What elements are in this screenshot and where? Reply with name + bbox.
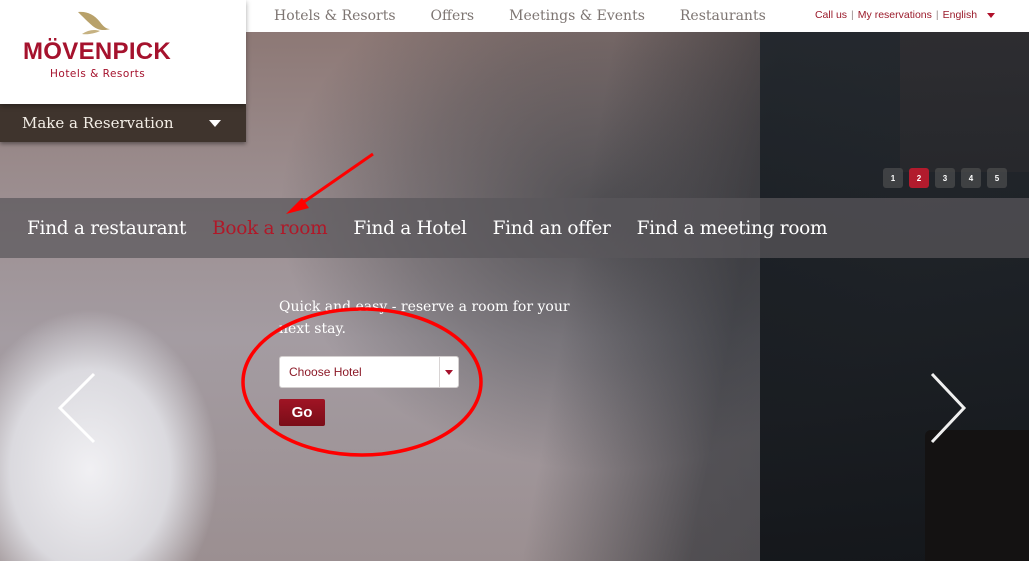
slider-page-1[interactable]: 1: [883, 168, 903, 188]
choose-hotel-value: Choose Hotel: [289, 365, 362, 379]
slider-page-4[interactable]: 4: [961, 168, 981, 188]
nav-restaurants[interactable]: Restaurants: [680, 8, 766, 24]
caret-down-icon: [987, 13, 995, 18]
hero-dark-panel: [925, 430, 1029, 561]
search-tabs: Find a restaurant Book a room Find a Hot…: [0, 198, 1029, 258]
slider-page-3[interactable]: 3: [935, 168, 955, 188]
select-divider: [439, 357, 440, 387]
make-reservation-label: Make a Reservation: [22, 114, 174, 132]
language-label: English: [942, 9, 978, 21]
slider-page-2[interactable]: 2: [909, 168, 929, 188]
slider-page-5[interactable]: 5: [987, 168, 1007, 188]
brand-name: MÖVENPICK: [23, 38, 172, 65]
nav-meetings-events[interactable]: Meetings & Events: [509, 8, 645, 24]
nav-hotels-resorts[interactable]: Hotels & Resorts: [274, 8, 396, 24]
tab-find-meeting-room[interactable]: Find a meeting room: [637, 218, 828, 239]
separator: |: [851, 9, 854, 21]
caret-down-icon: [445, 370, 453, 375]
go-button[interactable]: Go: [279, 399, 325, 426]
my-reservations-link[interactable]: My reservations: [858, 9, 932, 21]
call-us-link[interactable]: Call us: [815, 9, 847, 21]
choose-hotel-select[interactable]: Choose Hotel: [279, 356, 459, 388]
make-reservation-dropdown[interactable]: Make a Reservation: [0, 104, 246, 142]
tab-find-offer[interactable]: Find an offer: [493, 218, 611, 239]
brand-tagline: Hotels & Resorts: [50, 68, 146, 80]
logo[interactable]: MÖVENPICK Hotels & Resorts: [0, 0, 246, 104]
slider-pager: 1 2 3 4 5: [883, 168, 1007, 188]
booking-intro-text: Quick and easy - reserve a room for your…: [279, 299, 570, 337]
caret-down-icon: [209, 119, 221, 127]
main-nav: Hotels & Resorts Offers Meetings & Event…: [274, 0, 801, 32]
nav-offers[interactable]: Offers: [431, 8, 475, 24]
tab-book-room[interactable]: Book a room: [212, 218, 328, 239]
utility-nav: Call us | My reservations | English: [815, 0, 995, 30]
language-selector[interactable]: English: [943, 9, 995, 21]
chevron-left-icon[interactable]: [52, 370, 102, 446]
tab-find-restaurant[interactable]: Find a restaurant: [27, 218, 186, 239]
bird-wing-icon: [78, 11, 110, 35]
tab-find-hotel[interactable]: Find a Hotel: [353, 218, 467, 239]
chevron-right-icon[interactable]: [922, 370, 972, 446]
separator: |: [935, 9, 939, 21]
